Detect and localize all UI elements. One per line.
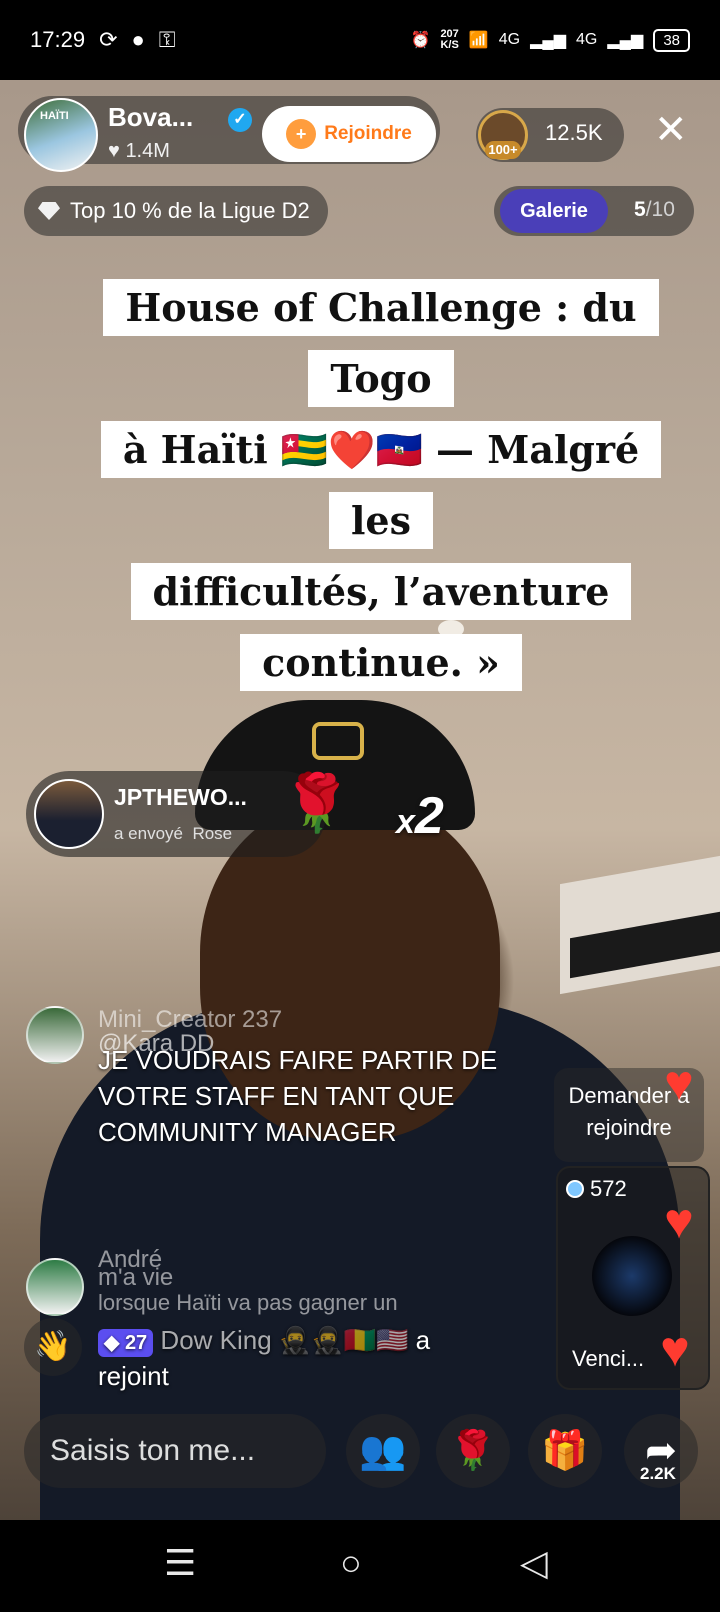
joined-notice: ◆ 27 Dow King 🥷🥷🇬🇳🇺🇸 a rejoint <box>98 1325 431 1391</box>
league-text: Top 10 % de la Ligue D2 <box>70 198 310 223</box>
dot-icon: ● <box>131 27 145 52</box>
floating-heart-icon: ♥ <box>660 1321 690 1377</box>
status-bar: 17:29 ⟳ ● ⚿ ⏰ 207 K/S 📶 4G ▂▄▆ 4G ▂▄▆ 38 <box>0 0 720 80</box>
join-heart-plus-icon: + <box>286 119 317 149</box>
title-line: difficultés, l’aventure <box>130 563 632 620</box>
host-likes: ♥ 1.4M <box>108 140 170 162</box>
live-stream-screen: 17:29 ⟳ ● ⚿ ⏰ 207 K/S 📶 4G ▂▄▆ 4G ▂▄▆ 38 … <box>0 0 720 1612</box>
comment-text: m'a vie <box>98 1264 174 1291</box>
host-name[interactable]: Bova... <box>108 102 193 133</box>
stream-title-overlay: House of Challenge : du Togo à Haïti 🇹🇬❤… <box>80 272 682 698</box>
wave-hand-icon[interactable]: 👋 <box>24 1318 82 1376</box>
verified-icon: ✓ <box>228 108 252 132</box>
level-badge: ◆ 27 <box>98 1329 154 1357</box>
mini-stream-logo <box>592 1236 672 1316</box>
league-badge[interactable]: Top 10 % de la Ligue D2 <box>24 186 328 236</box>
network-2: 4G <box>576 31 598 48</box>
title-line: continue. » <box>240 634 522 691</box>
joined-user[interactable]: Dow King 🥷🥷🇬🇳🇺🇸 <box>160 1325 408 1355</box>
rose-gift-button[interactable]: 🌹 <box>436 1414 510 1488</box>
status-time: 17:29 <box>30 27 86 52</box>
mini-stream-name: Venci... <box>572 1346 645 1371</box>
guests-icon[interactable]: 👥 <box>346 1414 420 1488</box>
viewer-count[interactable]: 12.5K <box>545 120 603 146</box>
signal-icon: ▂▄▆ <box>607 32 644 49</box>
gallery-button[interactable]: Galerie <box>500 189 608 233</box>
title-line: House of Challenge : du Togo <box>103 279 659 407</box>
share-count: 2.2K <box>640 1464 676 1483</box>
floating-heart-icon: ♥ <box>664 1193 694 1249</box>
floating-heart-icon: ♥ <box>664 1055 694 1111</box>
alarm-icon: ⏰ <box>410 32 431 49</box>
back-triangle-icon[interactable]: ◁ <box>520 1542 548 1584</box>
gift-sent-text: a envoyé Rose <box>114 824 233 843</box>
diamond-icon <box>38 202 60 220</box>
signal-icon: ▂▄▆ <box>530 32 567 49</box>
key-icon: ⚿ <box>158 27 176 52</box>
wifi-icon: 📶 <box>468 32 489 49</box>
title-line: à Haïti 🇹🇬❤️🇭🇹 — Malgré les <box>100 421 662 549</box>
host-avatar[interactable]: HAÏTI <box>24 98 98 172</box>
viewer-rank-badge: 100+ <box>485 141 521 159</box>
close-icon[interactable]: ✕ <box>654 110 688 150</box>
join-label: Rejoindre <box>324 123 412 144</box>
commenter-avatar[interactable] <box>26 1006 84 1064</box>
home-circle-icon[interactable]: ○ <box>340 1542 362 1584</box>
cap-logo <box>312 722 364 760</box>
comment-text: JE VOUDRAIS FAIRE PARTIR DE VOTRE STAFF … <box>98 1045 498 1147</box>
network-1: 4G <box>498 31 521 48</box>
battery-indicator: 38 <box>653 28 690 52</box>
commenter-avatar[interactable] <box>26 1258 84 1316</box>
comment-text: lorsque Haïti va pas gagner un <box>98 1290 398 1315</box>
gift-combo: x2 <box>396 787 444 845</box>
sync-icon: ⟳ <box>99 27 118 52</box>
coin-icon <box>566 1180 584 1198</box>
gift-sender-name[interactable]: JPTHEWO... <box>114 784 247 811</box>
message-input[interactable]: Saisis ton me... <box>24 1414 326 1488</box>
gift-sender-avatar[interactable] <box>34 779 104 849</box>
gallery-counter: 5/10 <box>634 198 675 221</box>
mini-stream-count: 572 <box>566 1176 627 1202</box>
heart-icon: ♥ <box>108 140 120 162</box>
join-button[interactable]: + Rejoindre <box>262 106 436 162</box>
rose-gift-icon: 🌹 <box>282 771 352 834</box>
gift-box-icon[interactable]: 🎁 <box>528 1414 602 1488</box>
menu-icon[interactable]: ☰ <box>164 1542 196 1584</box>
net-speed: 207 K/S <box>440 28 459 51</box>
